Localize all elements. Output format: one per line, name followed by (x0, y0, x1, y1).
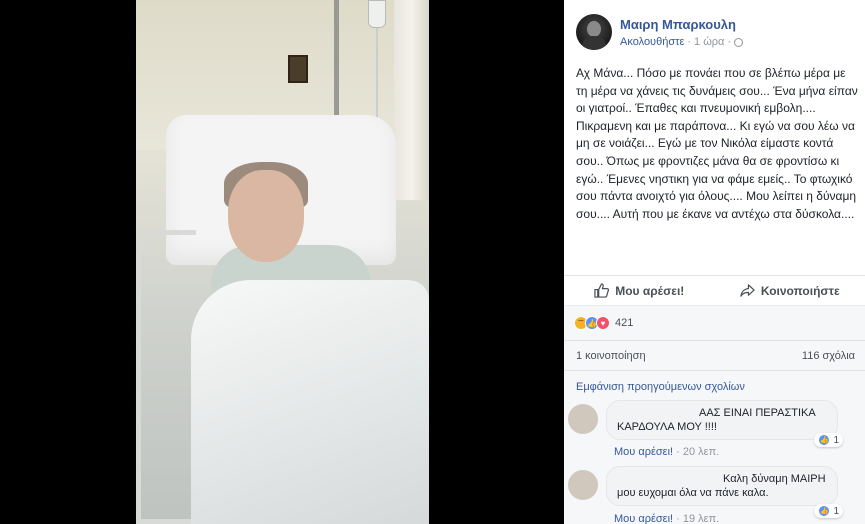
comment-text-line: ΑΑΣ ΕΙΝΑΙ ΠΕΡΑΣΤΙΚΑ (699, 407, 816, 419)
post-actions: Μου αρέσει! Κοινοποιήστε (564, 275, 865, 305)
divider (564, 340, 865, 341)
comment-like-link[interactable]: Μου αρέσει! (614, 513, 673, 524)
comment-text-line: Καλη δύναμη ΜΑΙΡΗ (723, 473, 826, 485)
thumbs-up-icon (594, 283, 610, 298)
share-arrow-icon (740, 284, 755, 297)
comment-text-line: μου ευχομαι όλα να πάνε καλα. (617, 487, 769, 499)
reaction-summary[interactable]: ˘˘ 👍 ♥ 421 (574, 316, 633, 330)
avatar-body (582, 36, 606, 50)
comment-like-number: 1 (833, 505, 839, 517)
comments-count[interactable]: 116 σχόλια (802, 350, 855, 362)
post-panel: Μαιρη Μπαρκουλη Ακολουθήστε · 1 ώρα · Αχ… (564, 0, 865, 524)
author-name[interactable]: Μαιρη Μπαρκουλη (620, 17, 736, 32)
comment-bubble: Καλη δύναμη ΜΑΙΡΗ μου ευχομαι όλα να πάν… (606, 466, 838, 506)
comment-actions: Μου αρέσει! · 19 λεπ. (614, 513, 719, 524)
photo-curtain (394, 0, 429, 200)
shares-count[interactable]: 1 κοινοποίηση (576, 350, 646, 362)
engagement-section: ˘˘ 👍 ♥ 421 1 κοινοποίηση 116 σχόλια Εμφά… (564, 305, 865, 524)
share-button[interactable]: Κοινοποιήστε (715, 276, 865, 305)
love-reaction-icon: ♥ (596, 316, 610, 330)
commenter-avatar[interactable] (568, 404, 598, 434)
reaction-count: 421 (615, 317, 634, 329)
post-photo[interactable] (136, 0, 429, 524)
like-button[interactable]: Μου αρέσει! (564, 276, 715, 305)
comment-time[interactable]: 19 λεπ. (683, 513, 719, 524)
globe-icon (734, 37, 744, 47)
meta-separator: · (676, 513, 683, 524)
comment-bubble: ΑΑΣ ΕΙΝΑΙ ΠΕΡΑΣΤΙΚΑ ΚΑΡΔΟΥΛΑ ΜΟΥ !!!! (606, 400, 838, 440)
like-reaction-icon: 👍 (818, 434, 831, 446)
author-avatar[interactable] (576, 14, 612, 50)
post-time[interactable]: 1 ώρα (694, 36, 724, 48)
comment-like-count[interactable]: 👍 1 (814, 433, 843, 447)
photo-iv-tube (376, 28, 378, 128)
post-text: Αχ Μάνα... Πόσο με πονάει που σε βλέπω μ… (576, 66, 858, 221)
comment-like-count[interactable]: 👍 1 (814, 504, 843, 518)
photo-bedrail (136, 230, 196, 524)
avatar-face (587, 21, 601, 37)
photo-viewer: Μαιρη Μπαρκουλη Ακολουθήστε · 1 ώρα · Αχ… (0, 0, 865, 524)
follow-link[interactable]: Ακολουθήστε (620, 36, 684, 48)
share-button-label: Κοινοποιήστε (760, 283, 840, 298)
photo-sheet (191, 280, 429, 524)
comment-like-link[interactable]: Μου αρέσει! (614, 446, 673, 458)
meta-separator: · (727, 36, 732, 48)
commenter-avatar[interactable] (568, 470, 598, 500)
post-header: Μαιρη Μπαρκουλη Ακολουθήστε · 1 ώρα · (564, 0, 865, 60)
view-previous-comments-link[interactable]: Εμφάνιση προηγούμενων σχολίων (576, 381, 745, 393)
like-button-label: Μου αρέσει! (615, 283, 685, 298)
comment-actions: Μου αρέσει! · 20 λεπ. (614, 446, 719, 458)
like-reaction-icon: 👍 (818, 505, 831, 517)
comment-like-number: 1 (833, 434, 839, 446)
post-meta: Ακολουθήστε · 1 ώρα · (620, 36, 744, 48)
comment-time[interactable]: 20 λεπ. (683, 446, 719, 458)
photo-iv-bottle (368, 0, 386, 28)
comment-text-line: ΚΑΡΔΟΥΛΑ ΜΟΥ !!!! (617, 421, 717, 433)
meta-separator: · (676, 446, 683, 458)
photo-face (228, 170, 304, 262)
photo-wall-icon (288, 55, 308, 83)
divider (564, 370, 865, 371)
meta-separator: · (687, 36, 692, 48)
